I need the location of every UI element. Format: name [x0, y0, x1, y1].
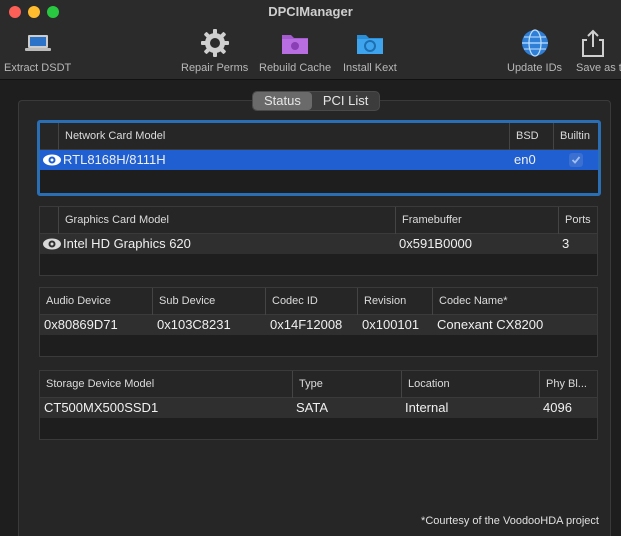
laptop-icon: [21, 26, 55, 60]
table-row[interactable]: Intel HD Graphics 620 0x591B0000 3: [40, 234, 597, 254]
codec-name-value: Conexant CX8200: [437, 317, 544, 332]
install-kext-label: Install Kext: [343, 62, 397, 74]
footnote: *Courtesy of the VoodooHDA project: [421, 515, 599, 527]
type-value: SATA: [296, 400, 329, 415]
rebuild-cache-label: Rebuild Cache: [259, 62, 332, 74]
table-row[interactable]: 0x80869D71 0x103C8231 0x14F12008 0x10010…: [40, 315, 597, 335]
save-as-label: Save as t: [576, 62, 621, 74]
window-title: DPCIManager: [268, 4, 353, 19]
storage-device-model-value: CT500MX500SSD1: [44, 400, 159, 415]
column-revision[interactable]: Revision: [357, 288, 432, 315]
column-audio-device[interactable]: Audio Device: [40, 288, 152, 315]
location-value: Internal: [405, 400, 449, 415]
extract-dsdt-label: Extract DSDT: [4, 62, 72, 74]
network-table[interactable]: Network Card Model BSD Builtin RTL8168H/…: [37, 120, 601, 196]
framebuffer-value: 0x591B0000: [399, 236, 473, 251]
audio-table-header: Audio Device Sub Device Codec ID Revisio…: [40, 288, 597, 315]
column-type[interactable]: Type: [292, 371, 400, 398]
codec-id-value: 0x14F12008: [270, 317, 343, 332]
repair-perms-label: Repair Perms: [181, 62, 249, 74]
column-location[interactable]: Location: [401, 371, 538, 398]
gear-icon: [198, 26, 232, 60]
ports-value: 3: [562, 236, 570, 251]
builtin-checkbox[interactable]: [569, 153, 583, 167]
revision-value: 0x100101: [362, 317, 420, 332]
update-ids-button[interactable]: Update IDs: [507, 26, 562, 76]
column-graphics-card-model[interactable]: Graphics Card Model: [58, 207, 394, 234]
bsd-value: en0: [514, 152, 536, 167]
column-codec-name[interactable]: Codec Name*: [432, 288, 598, 315]
column-framebuffer[interactable]: Framebuffer: [395, 207, 557, 234]
audio-device-value: 0x80869D71: [44, 317, 118, 332]
install-kext-button[interactable]: Install Kext: [343, 26, 397, 76]
sub-device-value: 0x103C8231: [157, 317, 231, 332]
column-storage-device-model[interactable]: Storage Device Model: [40, 371, 291, 398]
eye-icon[interactable]: [42, 237, 62, 251]
folder-icon: [278, 26, 312, 60]
column-bsd[interactable]: BSD: [509, 123, 553, 150]
titlebar: DPCIManager Extract DSDT Repair Perms Re…: [0, 0, 621, 80]
save-as-button[interactable]: Save as t: [576, 26, 621, 76]
graphics-card-model-value: Intel HD Graphics 620: [63, 236, 191, 251]
eye-icon[interactable]: [42, 153, 62, 167]
tab-pci-list[interactable]: PCI List: [312, 92, 380, 110]
column-codec-id[interactable]: Codec ID: [265, 288, 357, 315]
kext-folder-icon: [353, 26, 387, 60]
table-row[interactable]: RTL8168H/8111H en0: [40, 150, 598, 170]
column-phy-block[interactable]: Phy Bl...: [539, 371, 598, 398]
repair-perms-button[interactable]: Repair Perms: [181, 26, 248, 76]
storage-table-header: Storage Device Model Type Location Phy B…: [40, 371, 597, 398]
storage-table[interactable]: Storage Device Model Type Location Phy B…: [39, 370, 598, 440]
update-ids-label: Update IDs: [507, 62, 563, 74]
checkmark-icon: [571, 156, 581, 164]
graphics-table[interactable]: Graphics Card Model Framebuffer Ports In…: [39, 206, 598, 276]
phy-block-value: 4096: [543, 400, 572, 415]
view-tabs: Status PCI List: [252, 91, 381, 111]
column-ports[interactable]: Ports: [558, 207, 598, 234]
network-card-model-value: RTL8168H/8111H: [63, 152, 166, 167]
globe-icon: [518, 26, 552, 60]
table-row[interactable]: CT500MX500SSD1 SATA Internal 4096: [40, 398, 597, 418]
extract-dsdt-button[interactable]: Extract DSDT: [4, 26, 71, 76]
audio-table[interactable]: Audio Device Sub Device Codec ID Revisio…: [39, 287, 598, 357]
share-icon: [576, 26, 610, 60]
tab-status[interactable]: Status: [253, 92, 312, 110]
network-table-header: Network Card Model BSD Builtin: [40, 123, 598, 150]
graphics-table-header: Graphics Card Model Framebuffer Ports: [40, 207, 597, 234]
column-builtin[interactable]: Builtin: [553, 123, 601, 150]
column-sub-device[interactable]: Sub Device: [152, 288, 265, 315]
column-network-card-model[interactable]: Network Card Model: [58, 123, 509, 150]
rebuild-cache-button[interactable]: Rebuild Cache: [259, 26, 331, 76]
